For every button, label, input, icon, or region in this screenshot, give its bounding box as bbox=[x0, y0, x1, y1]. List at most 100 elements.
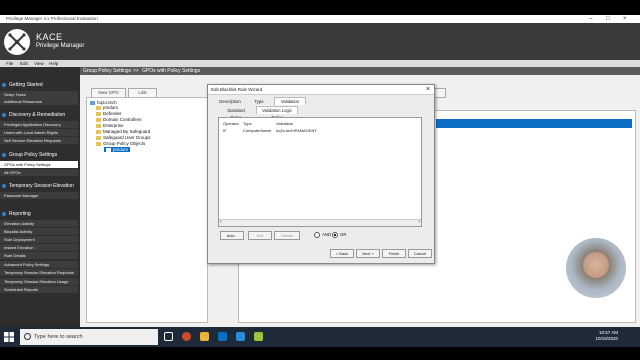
minimize-icon[interactable]: – bbox=[589, 15, 592, 23]
kace-logo-mark bbox=[8, 33, 26, 51]
edit-button: Edit bbox=[248, 231, 272, 240]
task-view-icon[interactable] bbox=[164, 332, 173, 341]
validation-rules-grid: Operator Type Validation IF ComputerName… bbox=[218, 117, 422, 227]
temp-elevation-icon bbox=[2, 184, 6, 188]
column-header-validation[interactable]: Validation bbox=[276, 121, 293, 126]
tree-item-safeguard-user-groups[interactable]: Safeguard User Groups bbox=[96, 135, 151, 140]
folder-icon bbox=[96, 117, 101, 122]
tab-description[interactable]: Description bbox=[218, 98, 242, 105]
tree-item-enterprise[interactable]: Enterprise bbox=[96, 123, 124, 128]
kace-logo bbox=[4, 29, 30, 55]
reporting-icon bbox=[2, 212, 6, 216]
sidebar-item-instant-elevation[interactable]: Instant Elevation bbox=[0, 244, 78, 251]
tree-item-pmdum[interactable]: pmdum bbox=[96, 105, 118, 110]
folder-icon bbox=[96, 135, 101, 140]
sidebar-item-local-admins[interactable]: Users with Local Admin Rights bbox=[0, 129, 78, 136]
cancel-button[interactable]: Cancel bbox=[408, 249, 432, 258]
sidebar-item-advanced-policy[interactable]: Advanced Policy Settings bbox=[0, 261, 78, 268]
sidebar: Getting Started Setup Tasks Additional R… bbox=[0, 67, 80, 327]
folder-icon bbox=[96, 111, 101, 116]
section-group-policy[interactable]: Group Policy Settings bbox=[0, 151, 80, 159]
sidebar-item-rule-deployment[interactable]: Rule Deployment bbox=[0, 236, 78, 243]
brand-name: KACE bbox=[36, 32, 63, 42]
section-getting-started[interactable]: Getting Started bbox=[0, 81, 80, 89]
search-placeholder: Type here to search bbox=[34, 334, 83, 340]
dialog-close-icon[interactable]: × bbox=[426, 85, 430, 94]
discovery-icon bbox=[2, 113, 6, 117]
sidebar-item-scheduled-reports[interactable]: Scheduled Reports bbox=[0, 286, 78, 293]
breadcrumb-part-2: GPOs with Policy Settings bbox=[142, 68, 201, 74]
folder-icon bbox=[96, 141, 101, 146]
radio-and-circle bbox=[314, 232, 320, 238]
edge-icon[interactable] bbox=[218, 332, 227, 341]
sidebar-item-gpos-with-settings[interactable]: GPOs with Policy Settings bbox=[0, 161, 78, 168]
tree-item-domain-controllers[interactable]: Domain Controllers bbox=[96, 117, 142, 122]
store-icon[interactable] bbox=[236, 332, 245, 341]
breadcrumb-part-1[interactable]: Group Policy Settings bbox=[83, 68, 131, 74]
row-validation[interactable]: hq2o.tech\PAMAGENT bbox=[276, 128, 317, 133]
menu-help[interactable]: Help bbox=[49, 61, 58, 66]
grid-horizontal-scrollbar[interactable]: ‹ › bbox=[219, 219, 421, 226]
windows-start-icon[interactable] bbox=[4, 332, 14, 342]
tree-item-selected[interactable]: pmdum bbox=[104, 147, 131, 152]
scroll-right-icon[interactable]: › bbox=[418, 219, 420, 225]
domain-icon bbox=[90, 100, 95, 105]
sidebar-item-self-service[interactable]: Self Service Elevation Requests bbox=[0, 137, 78, 144]
taskbar-search[interactable]: Type here to search bbox=[20, 329, 158, 345]
add-button[interactable]: Add... bbox=[220, 231, 244, 240]
gpo-icon bbox=[106, 147, 111, 152]
edit-blacklist-rule-dialog: Edit Blacklist Rule Wizard × Description… bbox=[207, 84, 435, 264]
dialog-title-bar: Edit Blacklist Rule Wizard × bbox=[208, 85, 434, 95]
folder-icon bbox=[96, 105, 101, 110]
close-window-icon[interactable]: × bbox=[623, 15, 627, 23]
taskbar: Type here to search 10:57 AM 10/16/2020 bbox=[0, 327, 640, 347]
system-clock[interactable]: 10:57 AM 10/16/2020 bbox=[595, 330, 618, 342]
clock-date: 10/16/2020 bbox=[595, 336, 618, 341]
row-operator[interactable]: IF bbox=[223, 128, 227, 133]
subtab-standard-rules[interactable]: Standard Rules bbox=[222, 107, 250, 120]
menu-view[interactable]: View bbox=[34, 61, 44, 66]
row-type[interactable]: ComputerName bbox=[243, 128, 271, 133]
radio-or-circle bbox=[332, 232, 338, 238]
folder-icon bbox=[96, 123, 101, 128]
sidebar-item-blacklist-activity[interactable]: Blacklist Activity bbox=[0, 228, 78, 235]
product-name: Privilege Manager bbox=[36, 43, 85, 49]
maximize-icon[interactable]: □ bbox=[606, 15, 610, 23]
tree-item-defender[interactable]: Defender bbox=[96, 111, 122, 116]
radio-or[interactable]: OR bbox=[332, 232, 346, 238]
sidebar-item-setup-tasks[interactable]: Setup Tasks bbox=[0, 91, 78, 98]
tree-item-group-policy-objects[interactable]: Group Policy Objects bbox=[96, 141, 145, 146]
window-title: Privilege Manager 4.x Professional Evalu… bbox=[6, 16, 98, 21]
sidebar-item-additional-resources[interactable]: Additional Resources bbox=[0, 98, 78, 105]
chrome-icon[interactable] bbox=[182, 332, 191, 341]
menu-edit[interactable]: Edit bbox=[20, 61, 28, 66]
tree-item-managed-by-safeguard[interactable]: Managed By Safeguard bbox=[96, 129, 150, 134]
section-temp-elevation[interactable]: Temporary Session Elevation bbox=[0, 182, 80, 190]
subtab-validation-logic-rules[interactable]: Validation Logic Rules bbox=[256, 106, 298, 120]
tab-type[interactable]: Type bbox=[252, 98, 266, 105]
sidebar-item-elevation-activity[interactable]: Elevation Activity bbox=[0, 220, 78, 227]
column-header-type[interactable]: Type bbox=[243, 121, 252, 126]
menu-file[interactable]: File bbox=[6, 61, 13, 66]
section-reporting[interactable]: Reporting bbox=[0, 210, 80, 218]
app-header bbox=[0, 23, 640, 60]
selected-rule-row[interactable] bbox=[436, 119, 632, 128]
getting-started-icon bbox=[2, 83, 6, 87]
tab-validation-logic[interactable]: Validation Logic bbox=[274, 97, 306, 111]
scroll-left-icon[interactable]: ‹ bbox=[220, 219, 222, 225]
sidebar-item-all-gpos[interactable]: All GPOs bbox=[0, 169, 78, 176]
sidebar-item-passcode-manager[interactable]: Passcode Manager bbox=[0, 192, 78, 199]
radio-and[interactable]: AND bbox=[314, 232, 331, 238]
search-icon bbox=[24, 333, 31, 340]
finish-button[interactable]: Finish bbox=[382, 249, 406, 258]
sidebar-item-rule-details[interactable]: Rule Details bbox=[0, 252, 78, 259]
app-icon[interactable] bbox=[254, 332, 263, 341]
column-header-operator[interactable]: Operator bbox=[223, 121, 239, 126]
sidebar-item-tse-requests[interactable]: Temporary Session Elevation Requests bbox=[0, 269, 78, 276]
back-button[interactable]: < Back bbox=[330, 249, 354, 258]
file-explorer-icon[interactable] bbox=[200, 332, 209, 341]
section-discovery[interactable]: Discovery & Remediation bbox=[0, 111, 80, 119]
sidebar-item-app-discovery[interactable]: Privileged Application Discovery bbox=[0, 121, 78, 128]
sidebar-item-tse-usage[interactable]: Temporary Session Elevation Usage bbox=[0, 278, 78, 285]
next-button[interactable]: Next > bbox=[356, 249, 380, 258]
